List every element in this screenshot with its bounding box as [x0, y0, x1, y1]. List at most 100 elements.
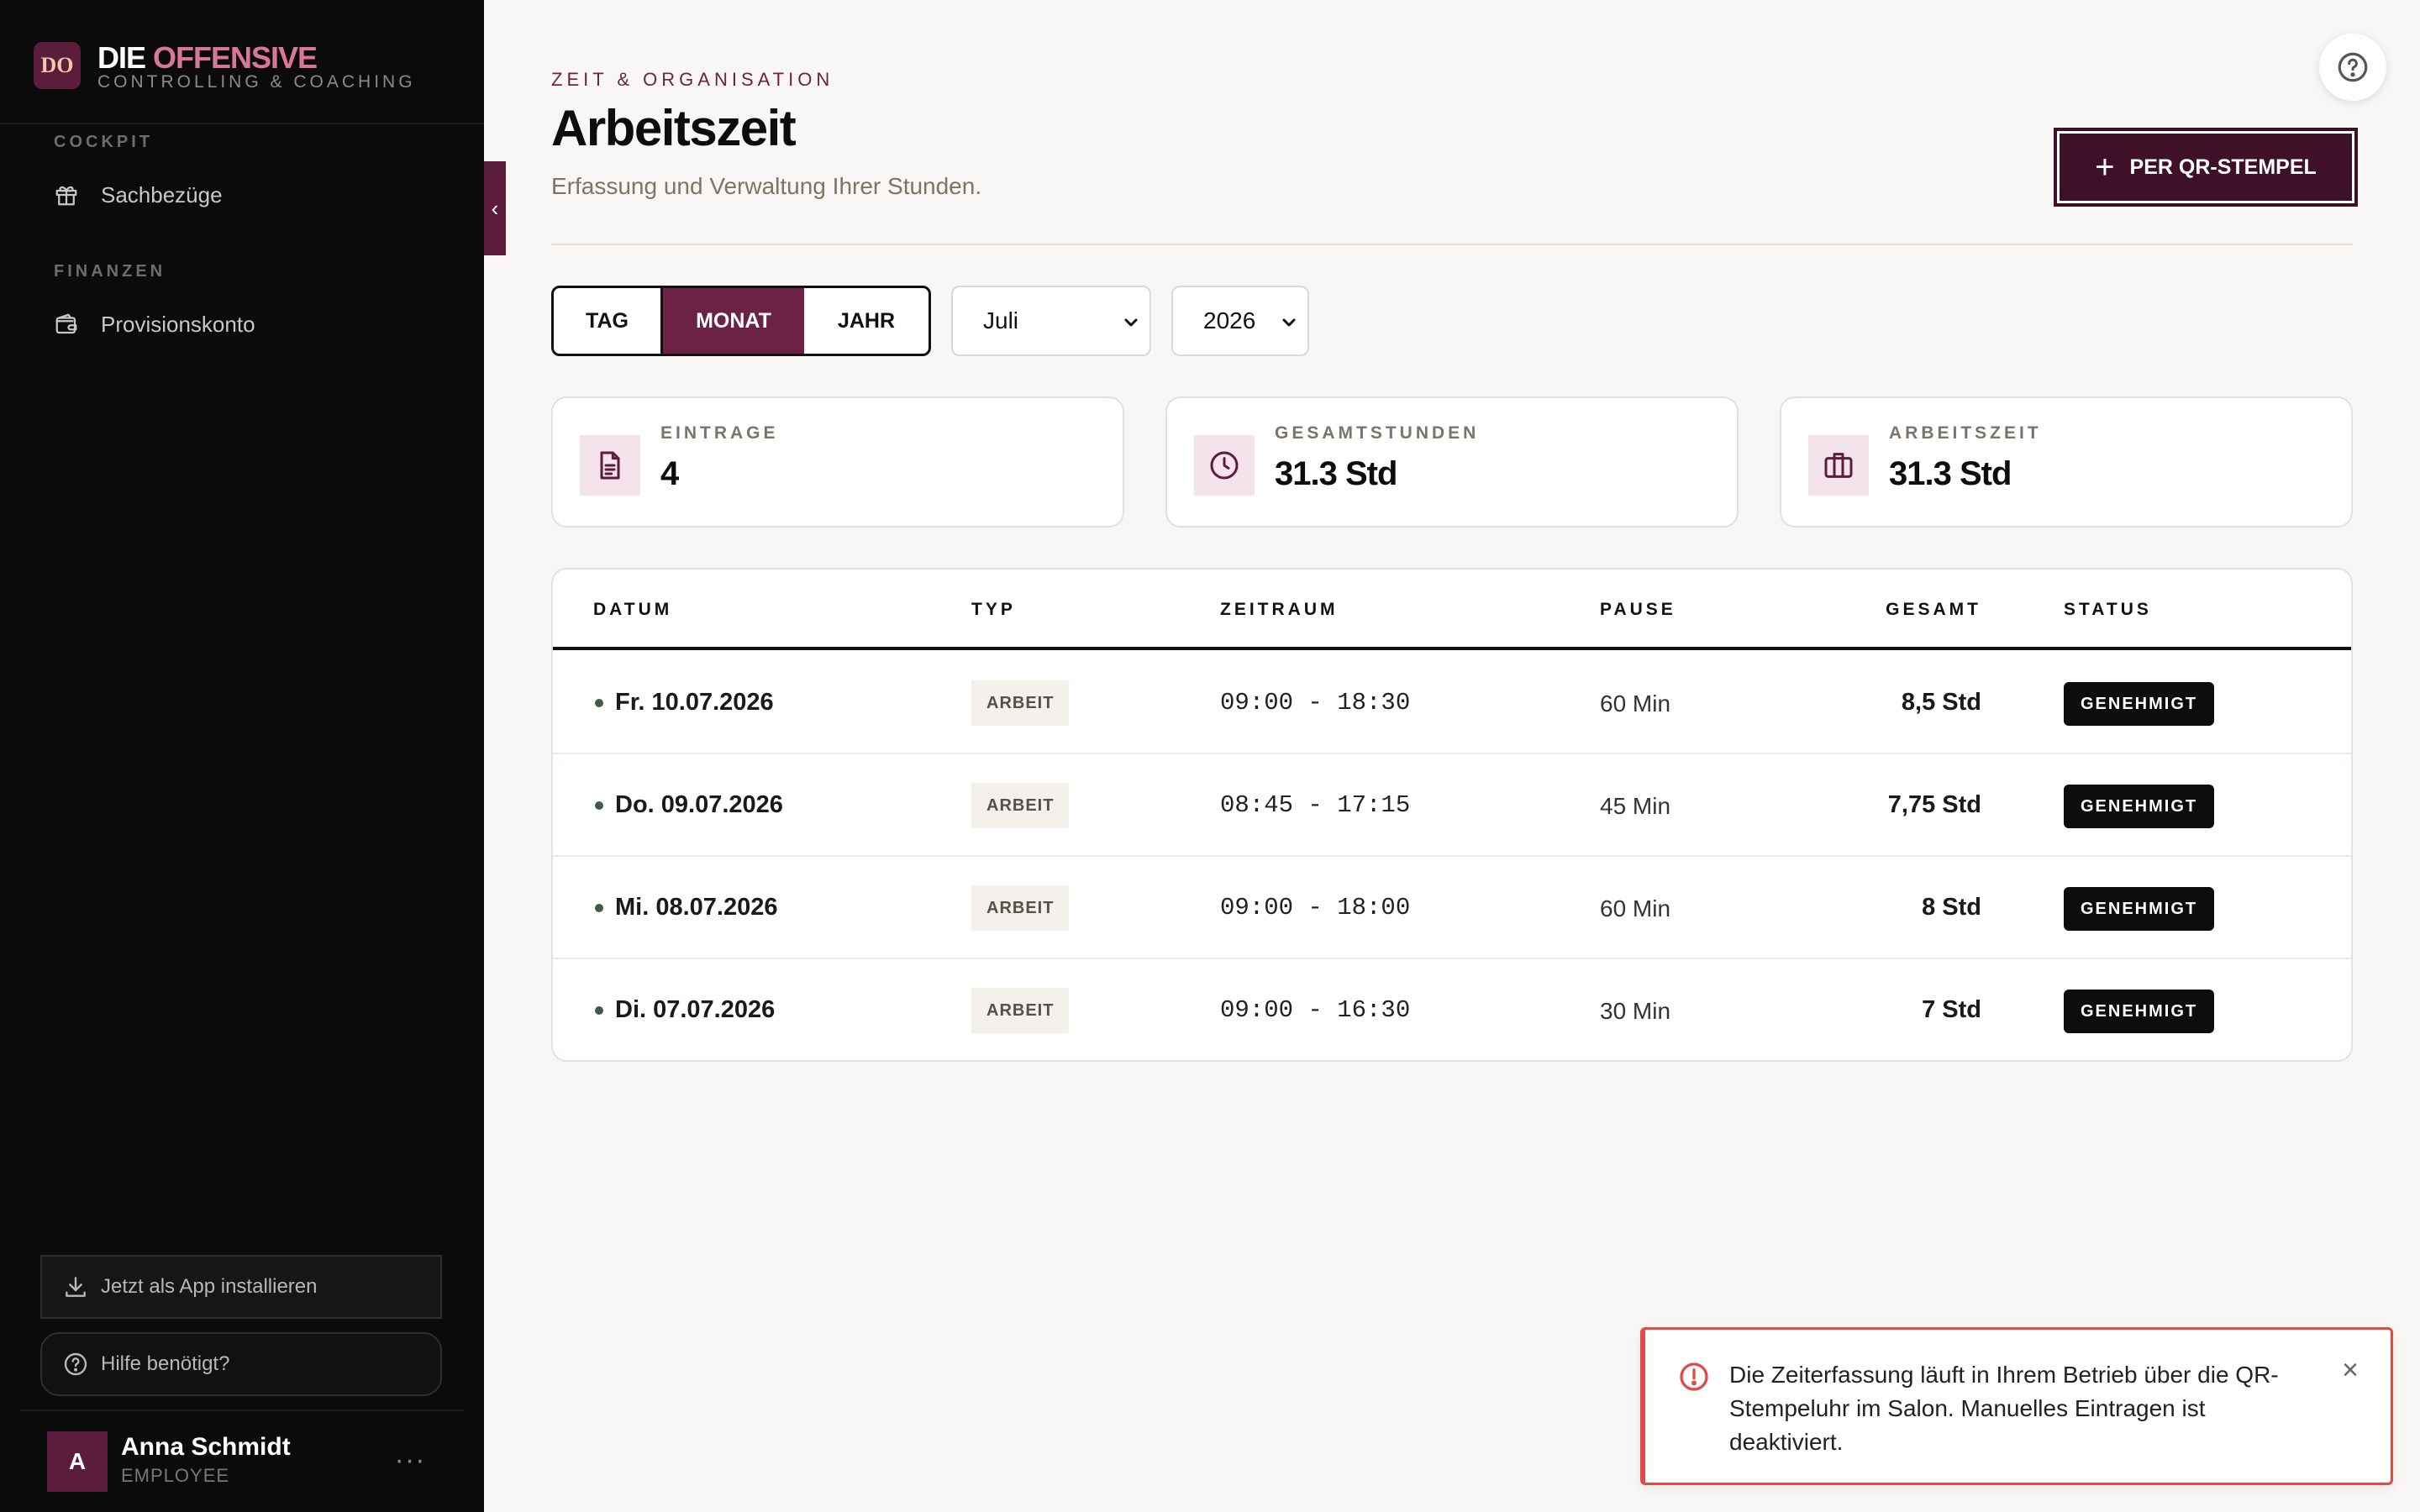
row-type-badge: ARBEIT [971, 988, 1070, 1033]
row-pause: 60 Min [1600, 690, 1671, 717]
row-pause: 45 Min [1600, 793, 1671, 819]
briefcase-icon [1824, 453, 1853, 478]
row-date: Do. 09.07.2026 [615, 791, 783, 818]
view-option-monat[interactable]: MONAT [663, 288, 804, 354]
page-subtitle: Erfassung und Verwaltung Ihrer Stunden. [551, 173, 982, 199]
row-type-badge: ARBEIT [971, 783, 1070, 828]
view-toggle: TAG MONAT JAHR [551, 286, 931, 356]
stat-label: GESAMTSTUNDEN [1275, 423, 1480, 443]
column-header-typ[interactable]: TYP [971, 600, 1016, 620]
install-app-button[interactable]: Jetzt als App installieren [40, 1255, 442, 1319]
section-label-cockpit: COCKPIT [54, 133, 153, 151]
qr-stempel-label: PER QR-STEMPEL [2129, 155, 2317, 179]
sidebar-item-provisionskonto[interactable]: Provisionskonto [54, 304, 449, 344]
row-type-badge: ARBEIT [971, 885, 1070, 931]
table-row[interactable]: Mi. 08.07.2026 ARBEIT 09:00 - 18:00 60 M… [553, 857, 2351, 959]
alert-circle-icon [1680, 1362, 1708, 1391]
time-entries-table: DATUM TYP ZEITRAUM PAUSE GESAMT STATUS F… [551, 568, 2353, 1062]
stat-value: 31.3 Std [1889, 455, 2012, 492]
row-type-badge: ARBEIT [971, 680, 1070, 726]
view-option-jahr[interactable]: JAHR [804, 288, 929, 354]
stat-icon-box [580, 435, 640, 496]
sidebar-item-sachbezuege[interactable]: Sachbezüge [54, 175, 449, 215]
year-select[interactable]: 2026 [1171, 286, 1309, 356]
status-badge: GENEHMIGT [2064, 990, 2215, 1033]
help-needed-label: Hilfe benötigt? [101, 1352, 230, 1375]
help-button[interactable] [2319, 34, 2386, 101]
download-icon [66, 1277, 86, 1297]
document-icon [600, 451, 620, 480]
page-eyebrow: ZEIT & ORGANISATION [551, 69, 834, 90]
month-select-value: Juli [983, 307, 1019, 333]
stat-card-eintrage: EINTRAGE 4 [551, 396, 1124, 528]
user-divider [20, 1410, 464, 1411]
column-header-zeitraum[interactable]: ZEITRAUM [1220, 600, 1339, 620]
row-dot [595, 1006, 603, 1015]
row-total: 7 Std [1922, 996, 1981, 1023]
row-time-range: 09:00 - 16:30 [1220, 996, 1411, 1024]
view-option-tag[interactable]: TAG [554, 288, 663, 354]
row-pause: 60 Min [1600, 895, 1671, 921]
column-header-pause[interactable]: PAUSE [1600, 600, 1676, 620]
status-badge: GENEHMIGT [2064, 682, 2215, 726]
clock-icon [1210, 451, 1239, 480]
row-total: 7,75 Std [1887, 791, 1981, 818]
qr-stempel-button[interactable]: + PER QR-STEMPEL [2054, 128, 2358, 207]
month-select[interactable]: Juli [951, 286, 1151, 356]
stat-value: 31.3 Std [1275, 455, 1397, 492]
row-pause: 30 Min [1600, 998, 1671, 1024]
status-badge: GENEHMIGT [2064, 785, 2215, 828]
row-dot [595, 801, 603, 810]
row-date: Mi. 08.07.2026 [615, 894, 778, 921]
row-dot [595, 904, 603, 912]
table-row[interactable]: Fr. 10.07.2026 ARBEIT 09:00 - 18:30 60 M… [553, 652, 2351, 754]
plus-icon: + [2095, 149, 2115, 186]
brand-tagline: CONTROLLING & COACHING [97, 72, 416, 92]
stat-card-arbeitszeit: ARBEITSZEIT 31.3 Std [1780, 396, 2353, 528]
column-header-datum[interactable]: DATUM [593, 600, 672, 620]
row-date: Fr. 10.07.2026 [615, 689, 774, 716]
chevron-down-icon [1124, 318, 1138, 327]
stat-label: ARBEITSZEIT [1889, 423, 2042, 443]
stat-icon-box [1194, 435, 1255, 496]
avatar[interactable]: A [47, 1431, 108, 1492]
brand-name: DIE OFFENSIVE [97, 40, 318, 76]
table-header: DATUM TYP ZEITRAUM PAUSE GESAMT STATUS [553, 570, 2351, 650]
user-role: EMPLOYEE [121, 1465, 230, 1486]
sidebar-item-label: Sachbezüge [101, 181, 223, 207]
sidebar-item-label: Provisionskonto [101, 311, 255, 337]
gift-icon [55, 186, 77, 206]
help-needed-button[interactable]: Hilfe benötigt? [40, 1332, 442, 1396]
stat-label: EINTRAGE [660, 423, 779, 443]
brand-logo: DO [34, 42, 81, 89]
column-header-gesamt[interactable]: GESAMT [1886, 600, 1981, 620]
brand-name-accent: OFFENSIVE [153, 40, 318, 75]
row-time-range: 08:45 - 17:15 [1220, 791, 1411, 819]
help-circle-icon [2338, 52, 2368, 82]
sidebar: DO DIE OFFENSIVE CONTROLLING & COACHING … [0, 0, 484, 1512]
close-icon[interactable]: × [2333, 1353, 2367, 1387]
page-title: Arbeitszeit [551, 100, 797, 156]
stat-icon-box [1808, 435, 1869, 496]
row-time-range: 09:00 - 18:30 [1220, 689, 1411, 717]
sidebar-collapse-button[interactable]: ‹ [484, 161, 506, 255]
table-row[interactable]: Di. 07.07.2026 ARBEIT 09:00 - 16:30 30 M… [553, 959, 2351, 1060]
help-circle-icon [64, 1352, 87, 1376]
brand[interactable]: DO DIE OFFENSIVE CONTROLLING & COACHING [34, 40, 454, 94]
row-total: 8 Std [1922, 894, 1981, 921]
table-row[interactable]: Do. 09.07.2026 ARBEIT 08:45 - 17:15 45 M… [553, 754, 2351, 857]
install-app-label: Jetzt als App installieren [101, 1275, 318, 1298]
error-toast: Die Zeiterfassung läuft in Ihrem Betrieb… [1640, 1327, 2393, 1485]
column-header-status[interactable]: STATUS [2064, 600, 2152, 620]
row-dot [595, 699, 603, 707]
stat-value: 4 [660, 455, 679, 492]
user-menu-button[interactable]: ··· [392, 1441, 429, 1478]
toast-message: Die Zeiterfassung läuft in Ihrem Betrieb… [1729, 1362, 2279, 1455]
stat-card-gesamtstunden: GESAMTSTUNDEN 31.3 Std [1165, 396, 1739, 528]
header-divider [551, 244, 2353, 245]
status-badge: GENEHMIGT [2064, 887, 2215, 931]
sidebar-divider [0, 123, 484, 124]
row-time-range: 09:00 - 18:00 [1220, 894, 1411, 921]
wallet-icon [55, 313, 77, 334]
row-total: 8,5 Std [1901, 689, 1981, 716]
